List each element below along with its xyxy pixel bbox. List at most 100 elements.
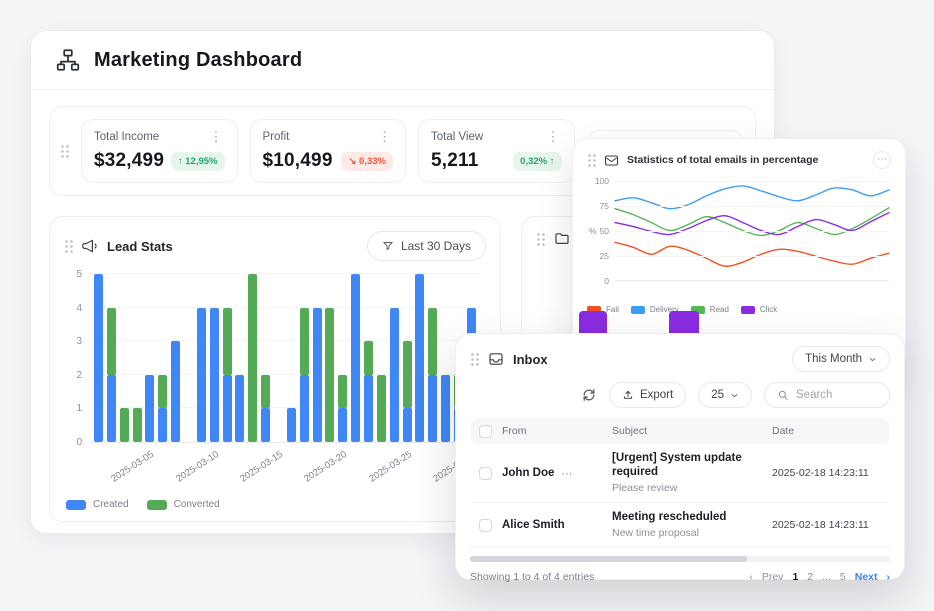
bar-2025-03-13[interactable] <box>248 274 257 442</box>
page-button-1[interactable]: 1 <box>792 571 798 583</box>
sender-name: Alice Smith <box>502 519 565 531</box>
bar-2025-03-24[interactable] <box>390 308 399 442</box>
dashboard-header: Marketing Dashboard <box>31 31 774 90</box>
y-tick-label: 100 <box>587 176 609 186</box>
inbox-table: From Subject Date John Doe ⋯ [Urgent] Sy… <box>470 418 890 548</box>
email-preview: New time proposal <box>612 527 772 540</box>
upload-icon <box>622 389 634 401</box>
legend-item-created: Created <box>66 499 129 510</box>
funnel-icon <box>382 240 394 252</box>
bar-2025-03-27[interactable] <box>428 308 437 442</box>
lead-legend: CreatedConverted <box>64 499 486 510</box>
table-header-row: From Subject Date <box>470 418 890 444</box>
search-input[interactable] <box>796 389 877 401</box>
inbox-icon <box>488 351 504 367</box>
date-range-filter-button[interactable]: Last 30 Days <box>367 231 486 261</box>
column-header-from: From <box>502 425 612 437</box>
page-ellipsis: ... <box>822 571 831 583</box>
bar-2025-03-18[interactable] <box>313 308 322 442</box>
chevron-down-icon <box>730 391 739 400</box>
bar-2025-03-05[interactable] <box>145 375 154 442</box>
y-tick-label: 0 <box>64 437 82 448</box>
trend-badge: 0,32% ↑ <box>513 152 561 171</box>
kebab-menu-icon[interactable]: ⋮ <box>208 130 225 143</box>
bar-2025-03-23[interactable] <box>377 375 386 442</box>
y-tick-label: 25 <box>587 251 609 261</box>
page-size-select[interactable]: 25 <box>698 382 752 408</box>
table-row[interactable]: Alice Smith Meeting rescheduled New time… <box>470 503 890 548</box>
bar-2025-03-06[interactable] <box>158 375 167 442</box>
bar-2025-03-22[interactable] <box>364 341 373 442</box>
stat-label: Profit <box>263 131 290 143</box>
next-chevron-icon[interactable]: › <box>887 571 891 583</box>
bar-2025-03-19[interactable] <box>325 308 334 442</box>
y-tick-label: 3 <box>64 336 82 347</box>
export-button[interactable]: Export <box>609 382 686 408</box>
bar-2025-03-28[interactable] <box>441 375 450 442</box>
sender-name: John Doe <box>502 467 554 479</box>
drag-handle[interactable] <box>587 153 596 168</box>
drag-handle[interactable] <box>60 144 69 159</box>
bar-2025-03-04[interactable] <box>133 408 142 442</box>
drag-handle[interactable] <box>64 239 73 254</box>
email-legend: FailDeliveryReadClick <box>573 295 905 314</box>
period-filter-button[interactable]: This Month <box>792 346 890 372</box>
trend-badge: ↘ 0,33% <box>341 152 393 171</box>
drag-handle[interactable] <box>470 352 479 367</box>
stat-value: $32,499 <box>94 150 164 172</box>
prev-chevron-icon[interactable]: ‹ <box>749 571 753 583</box>
bar-2025-03-25[interactable] <box>403 341 412 442</box>
export-label: Export <box>640 389 673 401</box>
search-box[interactable] <box>764 382 890 408</box>
stat-label: Total View <box>431 131 483 143</box>
bar-2025-03-02[interactable] <box>107 308 116 442</box>
y-tick-label: 5 <box>64 269 82 280</box>
bar-2025-03-16[interactable] <box>287 408 296 442</box>
bar-2025-03-17[interactable] <box>300 308 309 442</box>
refresh-button[interactable] <box>581 387 597 403</box>
email-date: 2025-02-18 14:23:11 <box>772 519 890 531</box>
x-tick-label: 2025-03-25 <box>345 449 413 499</box>
stat-value: $10,499 <box>263 150 333 172</box>
page-button-5[interactable]: 5 <box>840 571 846 583</box>
table-row[interactable]: John Doe ⋯ [Urgent] System update requir… <box>470 444 890 503</box>
email-date: 2025-02-18 14:23:11 <box>772 467 890 479</box>
bar-2025-03-11[interactable] <box>223 308 232 442</box>
row-checkbox[interactable] <box>479 519 492 532</box>
bar-2025-03-20[interactable] <box>338 375 347 442</box>
bar-2025-03-01[interactable] <box>94 274 103 442</box>
bar-2025-03-03[interactable] <box>120 408 129 442</box>
bar-2025-03-07[interactable] <box>171 341 180 442</box>
bar-2025-03-21[interactable] <box>351 274 360 442</box>
kebab-menu-icon[interactable]: ⋮ <box>376 130 393 143</box>
x-tick-label: 2025-03-05 <box>87 449 155 499</box>
x-tick-label: 2025-03-10 <box>152 449 220 499</box>
column-header-date: Date <box>772 425 890 437</box>
x-tick-label: 2025-03-15 <box>216 449 284 499</box>
bar-2025-03-09[interactable] <box>197 308 206 442</box>
column-header-subject: Subject <box>612 425 772 437</box>
date-range-filter-label: Last 30 Days <box>401 239 471 253</box>
row-more-icon[interactable]: ⋯ <box>561 467 572 480</box>
drag-handle[interactable] <box>536 232 545 247</box>
bar-2025-03-26[interactable] <box>415 274 424 442</box>
inbox-card: Inbox This Month Export 25 <box>455 333 905 580</box>
sitemap-icon <box>55 47 81 73</box>
bar-2025-03-10[interactable] <box>210 308 219 442</box>
more-menu-icon[interactable]: ⋯ <box>873 151 891 169</box>
horizontal-scrollbar[interactable] <box>470 556 890 562</box>
y-tick-label: 2 <box>64 370 82 381</box>
scrollbar-thumb[interactable] <box>470 556 747 562</box>
row-checkbox[interactable] <box>479 467 492 480</box>
stat-value: 5,211 <box>431 150 479 172</box>
line-series-fail <box>615 242 889 266</box>
select-all-checkbox[interactable] <box>479 425 492 438</box>
prev-page-button[interactable]: Prev <box>762 571 784 583</box>
bar-2025-03-12[interactable] <box>235 375 244 442</box>
page-button-2[interactable]: 2 <box>807 571 813 583</box>
email-statistics-title: Statistics of total emails in percentage <box>627 154 818 166</box>
next-page-button[interactable]: Next <box>855 571 878 583</box>
kebab-menu-icon[interactable]: ⋮ <box>545 130 562 143</box>
bar-2025-03-14[interactable] <box>261 375 270 442</box>
email-line-plot <box>615 181 889 281</box>
